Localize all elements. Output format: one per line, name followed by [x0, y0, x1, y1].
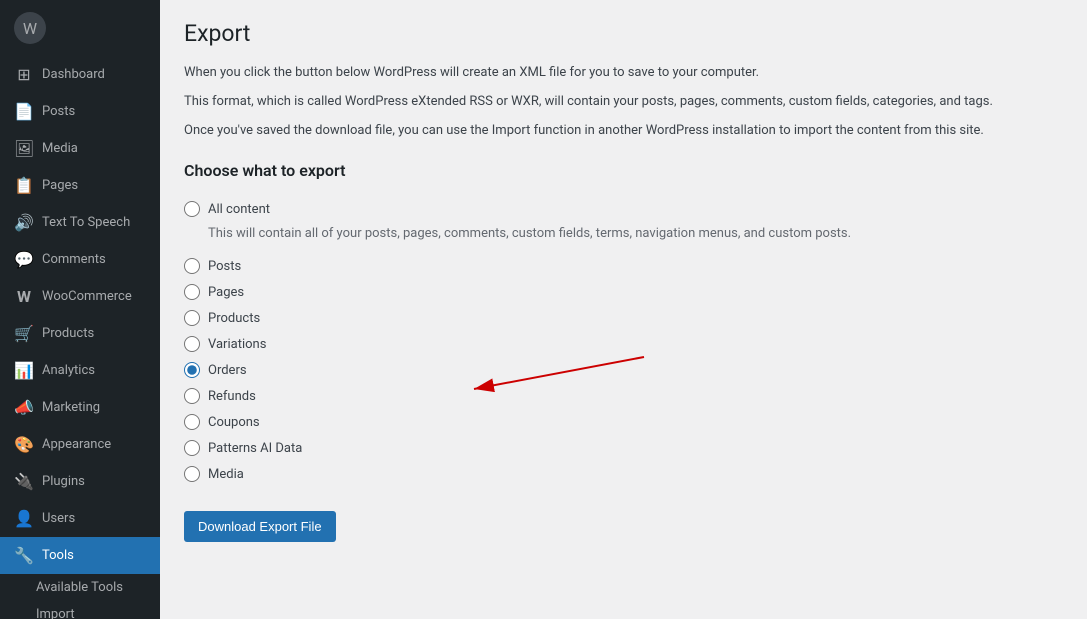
- radio-item-all-content[interactable]: All content: [184, 196, 1063, 222]
- radio-item-posts[interactable]: Posts: [184, 253, 1063, 279]
- sidebar-item-label: Comments: [42, 252, 106, 267]
- export-radio-group: All content This will contain all of you…: [184, 196, 1063, 487]
- radio-item-products[interactable]: Products: [184, 305, 1063, 331]
- radio-refunds[interactable]: [184, 388, 200, 404]
- users-icon: 👤: [14, 509, 34, 528]
- sidebar-item-woocommerce[interactable]: W WooCommerce: [0, 278, 160, 315]
- sidebar-item-dashboard[interactable]: ⊞ Dashboard: [0, 56, 160, 93]
- sidebar-item-media[interactable]: 🖼 Media: [0, 130, 160, 167]
- radio-media[interactable]: [184, 466, 200, 482]
- radio-label-coupons: Coupons: [208, 415, 260, 430]
- radio-products[interactable]: [184, 310, 200, 326]
- download-export-button[interactable]: Download Export File: [184, 511, 336, 542]
- radio-pages[interactable]: [184, 284, 200, 300]
- sidebar-item-label: Media: [42, 141, 78, 156]
- sidebar-item-label: Pages: [42, 178, 78, 193]
- sidebar-item-plugins[interactable]: 🔌 Plugins: [0, 463, 160, 500]
- sidebar-item-label: Plugins: [42, 474, 85, 489]
- sidebar-item-label: Appearance: [42, 437, 111, 452]
- radio-label-all-content: All content: [208, 202, 270, 217]
- page-title: Export: [184, 20, 1063, 47]
- sidebar-item-label: Marketing: [42, 400, 100, 415]
- radio-variations[interactable]: [184, 336, 200, 352]
- marketing-icon: 📣: [14, 398, 34, 417]
- submenu-item-available-tools[interactable]: Available Tools: [0, 574, 160, 601]
- woocommerce-icon: W: [14, 287, 34, 306]
- radio-item-orders[interactable]: Orders: [184, 357, 1063, 383]
- dashboard-icon: ⊞: [14, 65, 34, 84]
- sidebar-item-label: Dashboard: [42, 67, 105, 82]
- media-icon: 🖼: [14, 139, 34, 158]
- sidebar-item-posts[interactable]: 📄 Posts: [0, 93, 160, 130]
- sidebar-item-label: WooCommerce: [42, 289, 132, 304]
- radio-posts[interactable]: [184, 258, 200, 274]
- sidebar-item-label: Users: [42, 511, 75, 526]
- description-1: When you click the button below WordPres…: [184, 63, 1063, 84]
- posts-icon: 📄: [14, 102, 34, 121]
- pages-icon: 📋: [14, 176, 34, 195]
- radio-label-orders: Orders: [208, 363, 247, 378]
- description-3: Once you've saved the download file, you…: [184, 121, 1063, 142]
- text-to-speech-icon: 🔊: [14, 213, 34, 232]
- wordpress-logo-icon: W: [14, 12, 46, 44]
- section-title: Choose what to export: [184, 161, 1063, 180]
- sidebar-item-label: Tools: [42, 548, 74, 563]
- radio-item-refunds[interactable]: Refunds: [184, 383, 1063, 409]
- sidebar-item-label: Analytics: [42, 363, 95, 378]
- radio-label-patterns-ai-data: Patterns AI Data: [208, 441, 302, 456]
- products-icon: 🛒: [14, 324, 34, 343]
- radio-item-variations[interactable]: Variations: [184, 331, 1063, 357]
- sidebar-item-label: Products: [42, 326, 94, 341]
- sidebar-item-tools[interactable]: 🔧 Tools: [0, 537, 160, 574]
- radio-item-coupons[interactable]: Coupons: [184, 409, 1063, 435]
- radio-patterns-ai-data[interactable]: [184, 440, 200, 456]
- comments-icon: 💬: [14, 250, 34, 269]
- radio-orders[interactable]: [184, 362, 200, 378]
- submenu-item-import[interactable]: Import: [0, 601, 160, 619]
- radio-item-patterns-ai-data[interactable]: Patterns AI Data: [184, 435, 1063, 461]
- plugins-icon: 🔌: [14, 472, 34, 491]
- radio-label-variations: Variations: [208, 337, 266, 352]
- appearance-icon: 🎨: [14, 435, 34, 454]
- orders-row: Orders: [184, 357, 1063, 383]
- sidebar-item-pages[interactable]: 📋 Pages: [0, 167, 160, 204]
- tools-submenu: Available Tools Import Export Site Healt…: [0, 574, 160, 619]
- sidebar-item-products[interactable]: 🛒 Products: [0, 315, 160, 352]
- sidebar-item-analytics[interactable]: 📊 Analytics: [0, 352, 160, 389]
- sidebar-item-label: Posts: [42, 104, 75, 119]
- sidebar-item-label: Text To Speech: [42, 215, 130, 230]
- radio-label-pages: Pages: [208, 285, 244, 300]
- radio-item-pages[interactable]: Pages: [184, 279, 1063, 305]
- tools-icon: 🔧: [14, 546, 34, 565]
- sidebar-item-users[interactable]: 👤 Users: [0, 500, 160, 537]
- description-2: This format, which is called WordPress e…: [184, 92, 1063, 113]
- radio-item-media[interactable]: Media: [184, 461, 1063, 487]
- radio-label-refunds: Refunds: [208, 389, 256, 404]
- sidebar-item-comments[interactable]: 💬 Comments: [0, 241, 160, 278]
- radio-coupons[interactable]: [184, 414, 200, 430]
- main-content: Export When you click the button below W…: [160, 0, 1087, 619]
- sidebar-logo: W: [0, 0, 160, 56]
- radio-label-media: Media: [208, 467, 244, 482]
- analytics-icon: 📊: [14, 361, 34, 380]
- sidebar-item-text-to-speech[interactable]: 🔊 Text To Speech: [0, 204, 160, 241]
- all-content-description: This will contain all of your posts, pag…: [208, 226, 1063, 241]
- sidebar-item-appearance[interactable]: 🎨 Appearance: [0, 426, 160, 463]
- radio-label-products: Products: [208, 311, 260, 326]
- sidebar: W ⊞ Dashboard 📄 Posts 🖼 Media 📋 Pages 🔊 …: [0, 0, 160, 619]
- sidebar-item-marketing[interactable]: 📣 Marketing: [0, 389, 160, 426]
- radio-all-content[interactable]: [184, 201, 200, 217]
- radio-label-posts: Posts: [208, 259, 241, 274]
